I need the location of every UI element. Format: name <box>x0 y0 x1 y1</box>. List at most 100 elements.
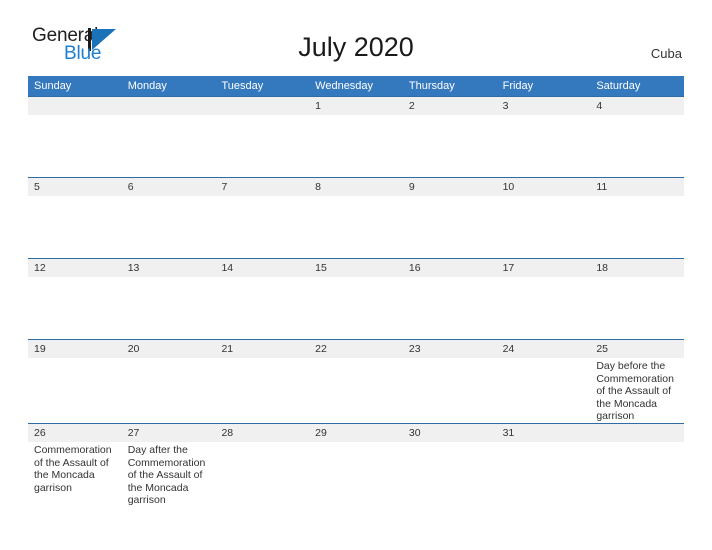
day-number: 30 <box>402 423 497 442</box>
holiday-event-label: Day after the Commemoration of the Assau… <box>127 443 206 507</box>
calendar-day-cell[interactable]: 21 <box>215 340 310 423</box>
day-number: 20 <box>121 340 216 358</box>
calendar-day-cell[interactable]: 10 <box>496 178 591 258</box>
day-number: 19 <box>28 340 122 358</box>
calendar-day-cell[interactable]: 16 <box>402 259 497 339</box>
day-number: 11 <box>590 178 685 196</box>
calendar-day-cell[interactable]: 29 <box>309 423 403 507</box>
calendar-day-cell[interactable]: 3 <box>496 97 591 177</box>
calendar-day-cell[interactable]: 26 Commemoration of the Assault of the Mo… <box>28 423 122 507</box>
day-number: 15 <box>309 259 403 277</box>
day-number <box>28 97 122 115</box>
calendar-week-inner: 5 6 7 8 9 10 11 <box>28 178 685 258</box>
day-events <box>403 196 497 198</box>
calendar-day-cell[interactable]: 19 <box>28 340 122 423</box>
calendar-day-cell[interactable]: 27 Day after the Commemoration of the Ass… <box>121 423 216 507</box>
day-events <box>590 115 684 117</box>
day-events <box>403 358 497 360</box>
day-events: Day before the Commemoration of the Assa… <box>590 358 684 423</box>
day-number: 23 <box>402 340 497 358</box>
day-events <box>122 277 216 279</box>
day-number: 3 <box>496 97 591 115</box>
day-number: 16 <box>402 259 497 277</box>
day-of-week-header-row: Sunday Monday Tuesday Wednesday Thursday Frid… <box>28 76 684 96</box>
day-number: 9 <box>402 178 497 196</box>
calendar-day-cell[interactable]: 9 <box>402 178 497 258</box>
calendar-day-cell[interactable]: 28 <box>215 423 310 507</box>
day-header-sunday: Sunday <box>34 80 72 92</box>
day-events <box>309 115 403 117</box>
calendar-day-cell[interactable]: 23 <box>402 340 497 423</box>
day-number: 6 <box>121 178 216 196</box>
day-number: 31 <box>496 423 591 442</box>
day-events <box>28 196 122 198</box>
day-events <box>497 115 591 117</box>
calendar-day-cell[interactable]: 4 <box>590 97 685 177</box>
calendar-weeks: 1 2 3 4 5 6 7 8 9 10 11 12 13 14 15 16 17 18 19 20 21 22 23 24 2… <box>28 96 685 507</box>
day-events <box>309 196 403 198</box>
calendar-day-cell[interactable]: 1 <box>309 97 403 177</box>
calendar-day-cell[interactable]: 5 <box>28 178 122 258</box>
calendar-week-inner: 12 13 14 15 16 17 18 <box>28 259 685 339</box>
day-header-wednesday: Wednesday <box>315 80 374 92</box>
day-header-thursday: Thursday <box>408 80 455 92</box>
day-number: 8 <box>309 178 403 196</box>
day-number: 21 <box>215 340 310 358</box>
day-number: 25 <box>590 340 685 358</box>
country-label: Cuba <box>650 46 682 61</box>
day-number: 28 <box>215 423 310 442</box>
day-number: 27 <box>121 423 216 442</box>
day-events <box>497 277 591 279</box>
calendar-week-inner: 26 Commemoration of the Assault of the Mo… <box>28 423 685 507</box>
day-events <box>28 115 122 117</box>
calendar-day-cell[interactable]: 15 <box>309 259 403 339</box>
day-events <box>215 358 309 360</box>
calendar-day-cell[interactable]: 6 <box>121 178 216 258</box>
day-events: Commemoration of the Assault of the Monc… <box>28 442 122 494</box>
day-number: 22 <box>309 340 403 358</box>
page-header: General Blue July 2020 Cuba <box>0 0 712 63</box>
calendar-day-cell[interactable]: 2 <box>402 97 497 177</box>
day-number: 26 <box>28 423 122 442</box>
day-events <box>590 196 684 198</box>
calendar-day-cell[interactable]: 11 <box>590 178 685 258</box>
day-events <box>590 277 684 279</box>
day-events <box>122 196 216 198</box>
day-number <box>215 97 310 115</box>
day-events <box>215 196 309 198</box>
calendar-day-cell[interactable]: 14 <box>215 259 310 339</box>
calendar-day-cell[interactable]: 12 <box>28 259 122 339</box>
day-events <box>215 442 309 444</box>
calendar-day-cell[interactable]: 8 <box>309 178 403 258</box>
holiday-event-label: Day before the Commemoration of the Assa… <box>596 360 674 423</box>
calendar-day-cell[interactable]: 20 <box>121 340 216 423</box>
calendar-day-cell[interactable]: 22 <box>309 340 403 423</box>
day-events <box>122 115 216 117</box>
calendar-day-cell[interactable]: 7 <box>215 178 310 258</box>
day-header-tuesday: Tuesday <box>221 80 264 92</box>
calendar-week-inner: 1234 <box>28 97 685 177</box>
calendar-day-cell[interactable]: 25 Day before the Commemoration of the As… <box>590 340 685 423</box>
calendar-day-empty <box>121 97 216 177</box>
calendar-day-cell[interactable]: 17 <box>496 259 591 339</box>
calendar-day-cell[interactable]: 24 <box>496 340 591 423</box>
calendar-week-row: 1234 <box>28 96 685 177</box>
calendar-table: Sunday Monday Tuesday Wednesday Thursday Frid… <box>28 76 685 507</box>
day-events <box>309 358 403 360</box>
calendar-week-row: 19 20 21 22 23 24 25 Day before the Commemorati… <box>28 339 685 423</box>
calendar-page: General Blue July 2020 Cuba Sunday Monday… <box>0 0 712 550</box>
calendar-day-empty <box>215 97 310 177</box>
day-number: 14 <box>215 259 310 277</box>
calendar-day-cell[interactable]: 13 <box>121 259 216 339</box>
day-events <box>28 277 122 279</box>
calendar-day-cell[interactable]: 18 <box>590 259 685 339</box>
day-events <box>28 358 122 360</box>
day-header-monday: Monday <box>127 80 167 92</box>
day-events <box>403 115 497 117</box>
day-events <box>215 115 309 117</box>
day-number: 2 <box>402 97 497 115</box>
day-events <box>122 358 216 360</box>
calendar-day-cell[interactable]: 31 <box>496 423 591 507</box>
calendar-day-cell[interactable]: 30 <box>402 423 497 507</box>
day-events <box>590 442 684 444</box>
